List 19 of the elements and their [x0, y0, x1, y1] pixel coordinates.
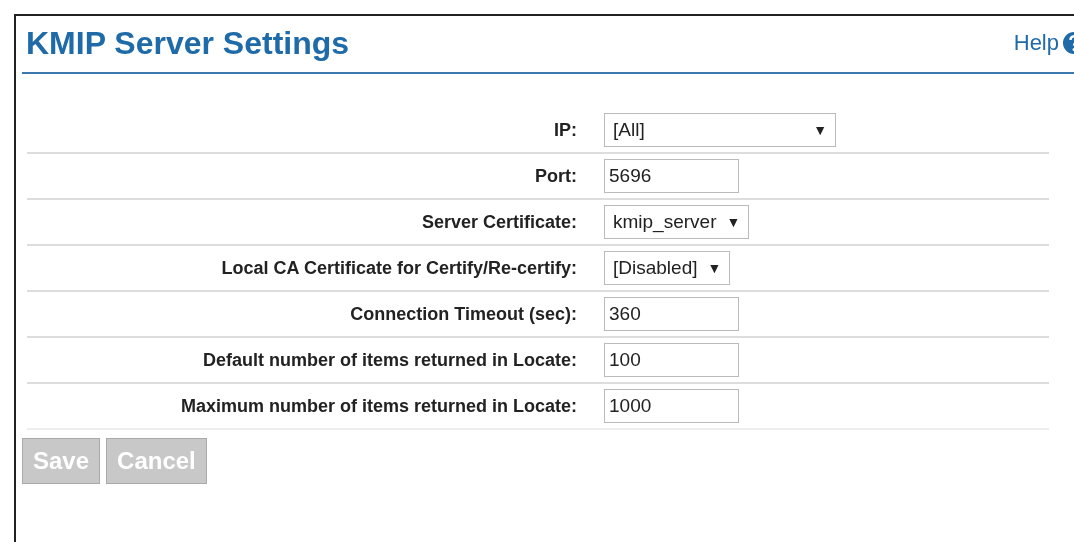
field-label: Maximum number of items returned in Locate:	[179, 395, 577, 417]
dropdown[interactable]: [Disabled] ▼	[604, 251, 731, 285]
input-field[interactable]: 1000	[604, 389, 739, 423]
field-label: Connection Timeout (sec):	[349, 303, 577, 325]
input-field[interactable]: 100	[604, 343, 739, 377]
caret-icon: ▼	[813, 122, 827, 138]
field-label: Server Certificate:	[420, 211, 577, 233]
dropdown[interactable]: [All] ▼	[604, 113, 836, 147]
caret-icon: ▼	[707, 260, 722, 276]
field-label: IP:	[553, 119, 577, 141]
page-title: KMIP Server Settings	[26, 24, 350, 62]
field-label: Local CA Certificate for Certify/Re-certify:	[220, 257, 577, 279]
dropdown[interactable]: kmip_server ▼	[604, 205, 750, 239]
input-field[interactable]: 5696	[604, 159, 739, 193]
input-field[interactable]: 360	[604, 297, 739, 331]
field-label: Default number of items returned in Locate:	[201, 349, 577, 371]
caret-icon: ▼	[726, 214, 741, 230]
field-label: Port:	[534, 165, 577, 187]
help-link[interactable]: Help	[1013, 30, 1059, 56]
